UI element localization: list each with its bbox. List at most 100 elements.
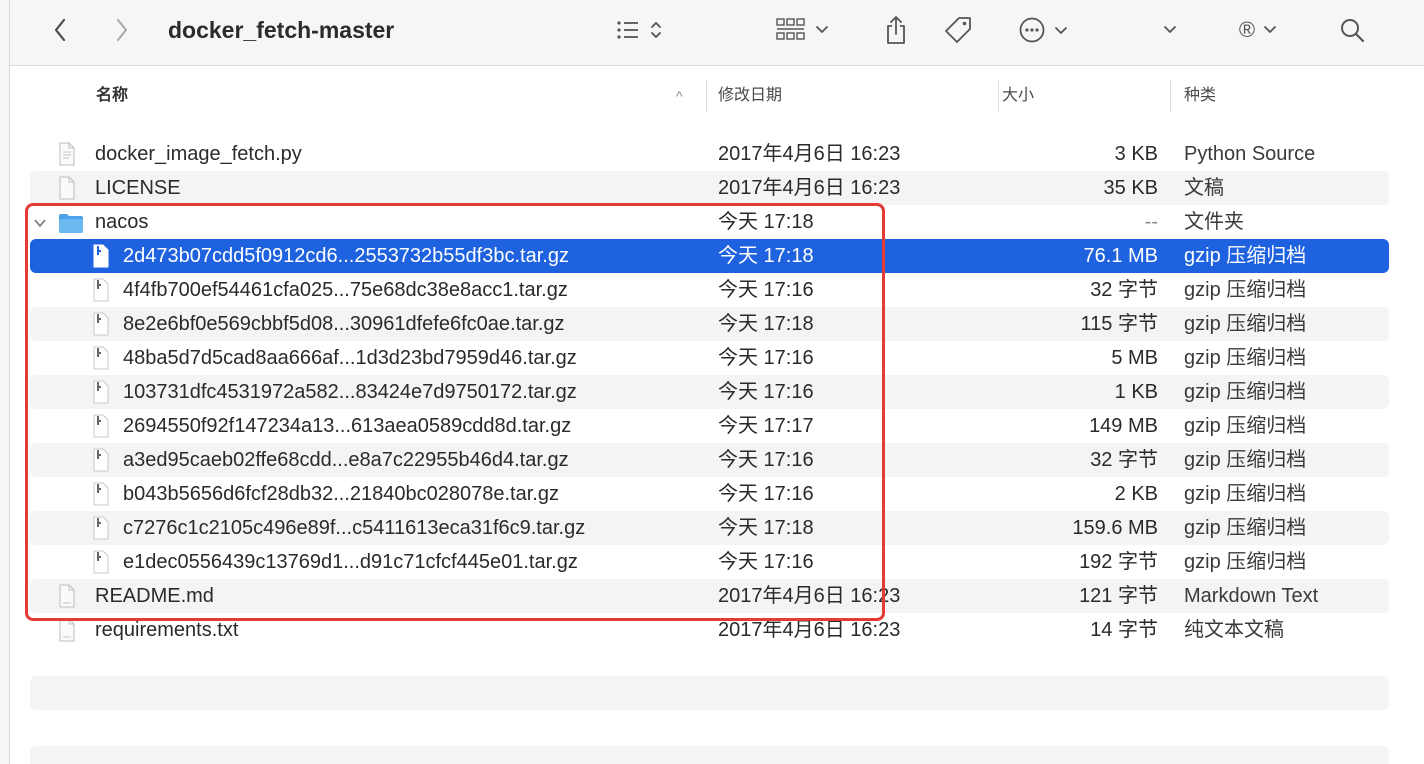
disclosure-triangle-icon[interactable] [34, 205, 46, 239]
file-size: 1 KB [1114, 381, 1158, 403]
file-modified-date: 今天 17:18 [718, 211, 814, 233]
chevron-right-icon [117, 19, 127, 41]
file-row[interactable]: requirements.txt 2017年4月6日 16:23 14 字节 纯文本文… [30, 613, 1389, 647]
tag-icon [945, 17, 971, 43]
file-kind: gzip 压缩归档 [1184, 483, 1307, 505]
ellipsis-circle-icon [1019, 17, 1067, 43]
file-row[interactable]: 103731dfc4531972a582...83424e7d9750172.t… [30, 375, 1389, 409]
file-kind: gzip 压缩归档 [1184, 313, 1307, 335]
file-kind: gzip 压缩归档 [1184, 347, 1307, 369]
chevron-left-icon [54, 18, 66, 42]
file-row[interactable]: b043b5656d6fcf28db32...21840bc028078e.ta… [30, 477, 1389, 511]
file-modified-date: 今天 17:16 [718, 483, 814, 505]
file-modified-date: 今天 17:16 [718, 279, 814, 301]
file-kind: 纯文本文稿 [1184, 619, 1284, 641]
search-icon [1341, 19, 1365, 43]
archive-file-icon [92, 516, 110, 540]
file-size: 192 字节 [1079, 551, 1158, 573]
file-size: 159.6 MB [1072, 517, 1158, 539]
file-size: 2 KB [1114, 483, 1158, 505]
file-size: 121 字节 [1079, 585, 1158, 607]
python-file-icon [58, 142, 76, 166]
toolbar-dropdown-button[interactable] [1158, 0, 1182, 60]
file-row[interactable]: docker_image_fetch.py 2017年4月6日 16:23 3 KB… [30, 137, 1389, 171]
file-modified-date: 今天 17:18 [718, 245, 814, 267]
file-size: 3 KB [1114, 143, 1158, 165]
file-size: 115 字节 [1080, 313, 1158, 335]
file-modified-date: 2017年4月6日 16:23 [718, 177, 901, 199]
file-name: 48ba5d7d5cad8aa666af...1d3d23bd7959d46.t… [123, 347, 577, 369]
column-kind[interactable]: 种类 [1184, 66, 1216, 126]
column-date[interactable]: 修改日期 [718, 66, 782, 126]
file-name: a3ed95caeb02ffe68cdd...e8a7c22955b46d4.t… [123, 449, 569, 471]
archive-file-icon [92, 244, 110, 268]
toolbar: docker_fetch-master ® [10, 0, 1424, 66]
file-modified-date: 今天 17:16 [718, 449, 814, 471]
search-button[interactable] [1332, 0, 1372, 60]
file-row[interactable]: LICENSE 2017年4月6日 16:23 35 KB 文稿 [30, 171, 1389, 205]
file-modified-date: 2017年4月6日 16:23 [718, 585, 901, 607]
archive-file-icon [92, 414, 110, 438]
folder-row[interactable]: nacos 今天 17:18 -- 文件夹 [30, 205, 1389, 239]
view-mode-button[interactable] [612, 0, 672, 60]
forward-button[interactable] [102, 0, 142, 60]
file-kind: gzip 压缩归档 [1184, 415, 1307, 437]
markdown-file-icon [58, 584, 76, 608]
file-name: requirements.txt [95, 619, 239, 641]
file-kind: 文稿 [1184, 177, 1224, 199]
column-size[interactable]: 大小 [1002, 66, 1034, 126]
file-name: 2694550f92f147234a13...613aea0589cdd8d.t… [123, 415, 572, 437]
archive-file-icon [92, 448, 110, 472]
column-name[interactable]: 名称 [96, 66, 128, 126]
file-row[interactable]: 48ba5d7d5cad8aa666af...1d3d23bd7959d46.t… [30, 341, 1389, 375]
file-modified-date: 2017年4月6日 16:23 [718, 143, 901, 165]
column-separator [706, 80, 707, 112]
empty-row [30, 676, 1389, 710]
file-modified-date: 2017年4月6日 16:23 [718, 619, 901, 641]
file-kind: 文件夹 [1184, 211, 1244, 233]
text-file-icon [58, 618, 76, 642]
file-row[interactable]: README.md 2017年4月6日 16:23 121 字节 Markdown T… [30, 579, 1389, 613]
file-size: 32 字节 [1090, 449, 1158, 471]
sort-indicator: ^ [676, 88, 683, 104]
file-name: b043b5656d6fcf28db32...21840bc028078e.ta… [123, 483, 559, 505]
tag-button[interactable] [938, 0, 978, 60]
file-row[interactable]: a3ed95caeb02ffe68cdd...e8a7c22955b46d4.t… [30, 443, 1389, 477]
file-row[interactable]: e1dec0556439c13769d1...d91c71cfcf445e01.… [30, 545, 1389, 579]
back-button[interactable] [40, 0, 80, 60]
file-row[interactable]: 8e2e6bf0e569cbbf5d08...30961dfefe6fc0ae.… [30, 307, 1389, 341]
empty-row [30, 746, 1389, 764]
file-row[interactable]: 4f4fb700ef54461cfa025...75e68dc38e8acc1.… [30, 273, 1389, 307]
archive-file-icon [92, 346, 110, 370]
more-actions-button[interactable] [1014, 0, 1080, 60]
file-size: 5 MB [1111, 347, 1158, 369]
file-size: 14 字节 [1090, 619, 1158, 641]
share-button[interactable] [878, 0, 914, 60]
list-view-icon [617, 21, 661, 39]
archive-file-icon [92, 550, 110, 574]
group-button[interactable] [770, 0, 842, 60]
column-separator [1170, 80, 1171, 112]
registered-icon: ® [1238, 17, 1256, 42]
archive-file-icon [92, 278, 110, 302]
file-size: -- [1144, 211, 1158, 233]
window-left-edge [0, 0, 10, 764]
file-name: LICENSE [95, 177, 181, 199]
chevron-down-icon [1264, 26, 1277, 33]
file-row[interactable]: 2d473b07cdd5f0912cd6...2553732b55df3bc.t… [30, 239, 1389, 273]
column-separator [998, 80, 999, 112]
file-modified-date: 今天 17:18 [718, 313, 814, 335]
file-name: 2d473b07cdd5f0912cd6...2553732b55df3bc.t… [123, 245, 569, 267]
file-kind: gzip 压缩归档 [1184, 245, 1307, 267]
file-row[interactable]: 2694550f92f147234a13...613aea0589cdd8d.t… [30, 409, 1389, 443]
archive-file-icon [92, 312, 110, 336]
file-row[interactable]: c7276c1c2105c496e89f...c5411613eca31f6c9… [30, 511, 1389, 545]
file-modified-date: 今天 17:18 [718, 517, 814, 539]
file-kind: gzip 压缩归档 [1184, 551, 1307, 573]
file-kind: gzip 压缩归档 [1184, 279, 1307, 301]
window-title: docker_fetch-master [168, 17, 395, 43]
column-header: 名称 ^ 修改日期 大小 种类 [10, 66, 1424, 126]
chevron-down-icon [1164, 26, 1176, 33]
file-modified-date: 今天 17:16 [718, 551, 814, 573]
registered-menu-button[interactable]: ® [1230, 0, 1292, 60]
